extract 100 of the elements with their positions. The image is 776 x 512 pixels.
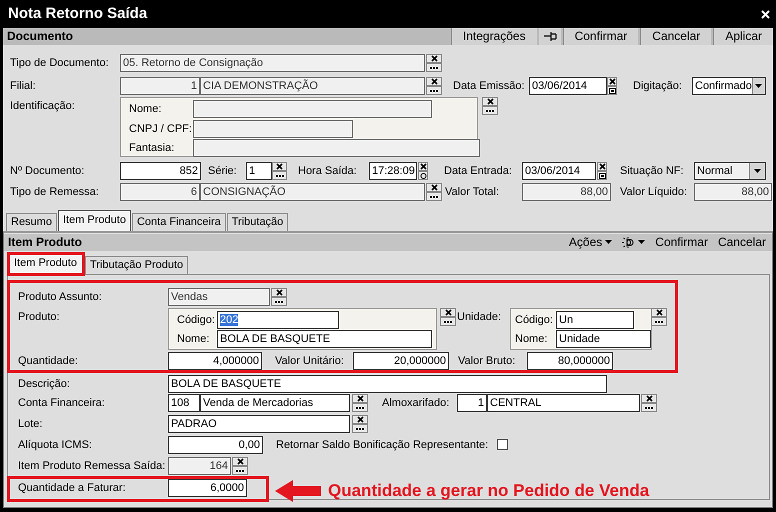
close-icon (356, 416, 364, 423)
text-field[interactable]: 1 (246, 162, 272, 180)
text-field[interactable]: 88,00 (694, 183, 772, 201)
browse-button[interactable] (440, 317, 456, 326)
text-field[interactable]: CIA DEMONSTRAÇÃO (200, 77, 425, 95)
actions-menu[interactable]: Ações (568, 235, 612, 250)
text-field[interactable] (193, 120, 353, 138)
calendar-button[interactable] (597, 171, 607, 180)
close-icon (430, 55, 438, 62)
text-field[interactable]: 17:28:09 (369, 162, 417, 180)
browse-button[interactable] (352, 403, 368, 412)
field-label: Data Emissão: (453, 79, 526, 94)
toolbar-button[interactable]: Confirmar (562, 28, 638, 45)
pin-button[interactable] (538, 28, 561, 45)
clear-button[interactable] (352, 394, 368, 403)
toolbar-button[interactable]: Aplicar (713, 28, 773, 45)
browse-button[interactable] (426, 192, 442, 201)
text-field[interactable]: 1 (120, 77, 200, 95)
text-field[interactable]: 80,000000 (527, 352, 613, 370)
close-icon (646, 395, 652, 402)
text-field[interactable]: 05. Retorno de Consignação (120, 54, 425, 72)
field-label: Lote: (18, 417, 44, 432)
clear-button[interactable] (272, 162, 287, 171)
tab[interactable]: Tributação Produto (84, 256, 188, 274)
clock-button[interactable] (418, 171, 428, 180)
close-icon (761, 10, 770, 18)
clear-button[interactable] (426, 183, 442, 192)
field-label: Item Produto Remessa Saída: (18, 459, 166, 474)
checkbox[interactable] (497, 439, 508, 450)
field-label: Produto: (18, 310, 61, 325)
clear-button[interactable] (232, 457, 248, 466)
close-icon (236, 458, 244, 465)
text-field[interactable]: Vendas (168, 288, 270, 306)
field-label: Unidade: (457, 310, 502, 325)
dropdown[interactable]: Confirmado (692, 77, 766, 95)
text-field[interactable]: 4,000000 (168, 352, 262, 370)
clear-button[interactable] (440, 308, 456, 317)
text-field[interactable]: 108 (168, 394, 200, 412)
browse-button[interactable] (272, 171, 287, 180)
text-field[interactable]: CONSIGNAÇÃO (200, 183, 425, 201)
ellipsis-icon (645, 404, 653, 410)
calendar-button[interactable] (607, 86, 617, 95)
toolbar-button[interactable]: Integrações (450, 28, 537, 45)
text-field[interactable]: 1 (457, 394, 487, 412)
browse-button[interactable] (232, 466, 248, 475)
toolbar-button[interactable]: Cancelar (640, 28, 712, 45)
text-field[interactable]: 0,00 (168, 436, 263, 454)
text-field[interactable]: 20,000000 (353, 352, 449, 370)
text-field[interactable]: 88,00 (522, 183, 611, 201)
clear-button[interactable] (651, 308, 667, 317)
field-label: Quantidade: (18, 354, 79, 369)
text-field[interactable]: Venda de Mercadorias (200, 394, 350, 412)
browse-button[interactable] (426, 63, 442, 72)
text-field[interactable]: 202 (217, 311, 339, 329)
text-field[interactable] (193, 139, 480, 157)
clear-button[interactable] (426, 54, 442, 63)
close-icon (276, 289, 282, 296)
tab[interactable]: Resumo (6, 213, 57, 231)
browse-button[interactable] (651, 317, 667, 326)
view-menu[interactable] (622, 236, 646, 248)
toolbar-button[interactable]: Cancelar (718, 235, 766, 250)
clear-button[interactable] (641, 394, 657, 403)
text-field[interactable] (193, 100, 432, 118)
text-field[interactable]: Un (556, 311, 634, 329)
field-label: Tipo de Documento: (10, 56, 110, 71)
browse-button[interactable] (482, 106, 498, 115)
close-icon (420, 163, 426, 170)
text-field[interactable]: 6,0000 (168, 479, 247, 497)
clear-button[interactable] (418, 162, 428, 171)
text-field[interactable]: CENTRAL (487, 394, 640, 412)
text-field[interactable]: 164 (168, 457, 231, 475)
text-field[interactable]: PADRAO (168, 415, 350, 433)
browse-button[interactable] (271, 297, 287, 306)
tab[interactable]: Conta Financeira (132, 213, 226, 231)
clear-button[interactable] (352, 415, 368, 424)
field-label: Data Entrada: (444, 164, 513, 179)
toolbar-button[interactable]: Confirmar (655, 235, 708, 250)
text-field[interactable]: BOLA DE BASQUETE (168, 375, 607, 393)
clear-button[interactable] (597, 162, 607, 171)
browse-button[interactable] (352, 424, 368, 433)
text-field[interactable]: 03/06/2014 (522, 162, 596, 180)
clear-button[interactable] (482, 97, 498, 106)
text-field[interactable]: 03/06/2014 (529, 77, 607, 95)
field-label: Nº Documento: (10, 164, 86, 179)
ellipsis-icon (430, 64, 438, 70)
text-field[interactable]: 6 (120, 183, 200, 201)
tab[interactable]: Item Produto (58, 210, 131, 231)
text-field[interactable]: BOLA DE BASQUETE (217, 330, 432, 348)
dropdown[interactable]: Normal (694, 162, 766, 180)
clear-button[interactable] (271, 288, 287, 297)
text-field[interactable]: Unidade (556, 330, 651, 348)
clear-button[interactable] (426, 77, 442, 86)
clear-button[interactable] (607, 77, 617, 86)
close-icon (608, 78, 616, 85)
text-field[interactable]: 852 (120, 162, 201, 180)
ellipsis-icon (276, 172, 284, 178)
browse-button[interactable] (426, 86, 442, 95)
sun-icon (622, 236, 636, 248)
tab[interactable]: Tributação (226, 213, 288, 231)
browse-button[interactable] (641, 403, 657, 412)
